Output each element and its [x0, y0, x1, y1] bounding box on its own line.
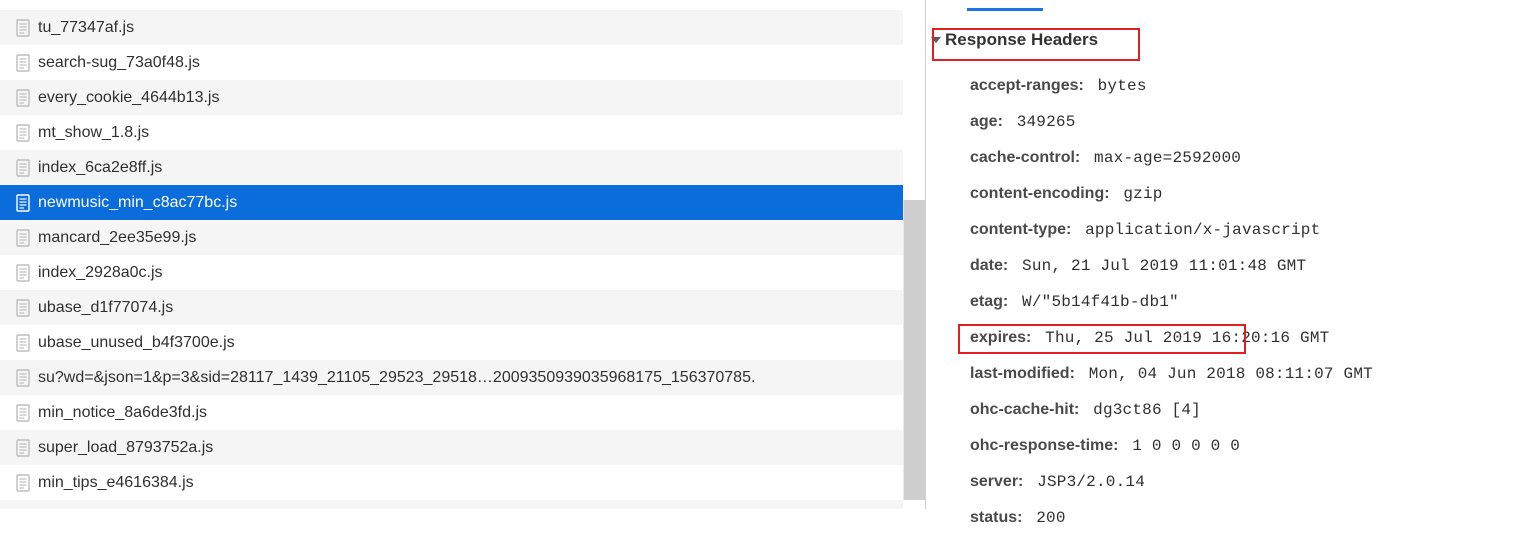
request-row[interactable]: index_6ca2e8ff.js: [0, 150, 903, 185]
request-name: index_2928a0c.js: [38, 264, 163, 282]
request-name: search-sug_73a0f48.js: [38, 54, 200, 72]
request-name: super_load_8793752a.js: [38, 439, 213, 457]
file-icon: [16, 474, 30, 492]
header-value: W/"5b14f41b-db1": [1012, 293, 1179, 311]
collapse-toggle-icon[interactable]: [931, 37, 941, 43]
header-row: last-modified: Mon, 04 Jun 2018 08:11:07…: [970, 356, 1531, 392]
header-row: server: JSP3/2.0.14: [970, 464, 1531, 500]
header-row: ohc-response-time: 1 0 0 0 0 0: [970, 428, 1531, 464]
header-key: status:: [970, 509, 1022, 526]
request-name: mt_show_1.8.js: [38, 124, 149, 142]
request-row[interactable]: min_notice_8a6de3fd.js: [0, 395, 903, 430]
request-row[interactable]: every_cookie_4644b13.js: [0, 80, 903, 115]
file-icon: [16, 19, 30, 37]
header-key: accept-ranges:: [970, 77, 1084, 94]
header-key: age:: [970, 113, 1003, 130]
header-key: cache-control:: [970, 149, 1080, 166]
header-key: etag:: [970, 293, 1008, 310]
header-value: bytes: [1088, 77, 1147, 95]
header-key-value-list: accept-ranges: bytesage: 349265cache-con…: [970, 68, 1531, 536]
header-key: content-encoding:: [970, 185, 1110, 202]
file-icon: [16, 89, 30, 107]
header-key: last-modified:: [970, 365, 1075, 382]
header-row: date: Sun, 21 Jul 2019 11:01:48 GMT: [970, 248, 1531, 284]
request-name: every_cookie_4644b13.js: [38, 89, 219, 107]
file-icon: [16, 264, 30, 282]
request-row[interactable]: newmusic_min_c8ac77bc.js: [0, 185, 903, 220]
request-row[interactable]: activity_start_52498d2c.js: [0, 500, 903, 509]
header-row: expires: Thu, 25 Jul 2019 16:20:16 GMT: [970, 320, 1531, 356]
header-row: age: 349265: [970, 104, 1531, 140]
scrollbar-vertical[interactable]: [903, 200, 925, 500]
file-icon: [16, 54, 30, 72]
network-request-list-pane: Name tu_77347af.js search-sug_73a0f48.js…: [0, 0, 926, 509]
file-icon: [16, 194, 30, 212]
header-key: server:: [970, 473, 1023, 490]
file-icon: [16, 369, 30, 387]
file-icon: [16, 439, 30, 457]
file-icon: [16, 334, 30, 352]
request-name: min_notice_8a6de3fd.js: [38, 404, 207, 422]
header-key: ohc-response-time:: [970, 437, 1118, 454]
header-value: 1 0 0 0 0 0: [1122, 437, 1240, 455]
header-value: JSP3/2.0.14: [1027, 473, 1145, 491]
file-icon: [16, 229, 30, 247]
header-row: cache-control: max-age=2592000: [970, 140, 1531, 176]
column-header-name[interactable]: Name: [0, 0, 925, 6]
request-detail-pane: ⋯ HeadersPreviewResponseTiming Response …: [926, 0, 1531, 509]
request-name: ubase_unused_b4f3700e.js: [38, 334, 235, 352]
header-key: ohc-cache-hit:: [970, 401, 1079, 418]
header-value: max-age=2592000: [1084, 149, 1241, 167]
request-name: tu_77347af.js: [38, 19, 134, 37]
header-row: content-type: application/x-javascript: [970, 212, 1531, 248]
file-icon: [16, 124, 30, 142]
header-row: status: 200: [970, 500, 1531, 536]
section-title: Response Headers: [945, 30, 1098, 50]
request-row[interactable]: min_tips_e4616384.js: [0, 465, 903, 500]
request-row[interactable]: tu_77347af.js: [0, 10, 903, 45]
request-name: su?wd=&json=1&p=3&sid=28117_1439_21105_2…: [38, 369, 755, 387]
request-name: newmusic_min_c8ac77bc.js: [38, 194, 237, 212]
headers-panel: Response Headers accept-ranges: bytesage…: [926, 0, 1531, 536]
header-key: expires:: [970, 329, 1031, 346]
request-row[interactable]: mt_show_1.8.js: [0, 115, 903, 150]
request-row[interactable]: ubase_unused_b4f3700e.js: [0, 325, 903, 360]
header-row: content-encoding: gzip: [970, 176, 1531, 212]
header-row: ohc-cache-hit: dg3ct86 [4]: [970, 392, 1531, 428]
header-row: etag: W/"5b14f41b-db1": [970, 284, 1531, 320]
header-value: Thu, 25 Jul 2019 16:20:16 GMT: [1035, 329, 1329, 347]
header-value: Mon, 04 Jun 2018 08:11:07 GMT: [1079, 365, 1373, 383]
section-response-headers[interactable]: Response Headers: [933, 30, 1531, 50]
request-row[interactable]: mancard_2ee35e99.js: [0, 220, 903, 255]
file-icon: [16, 404, 30, 422]
header-value: gzip: [1114, 185, 1163, 203]
request-name: index_6ca2e8ff.js: [38, 159, 162, 177]
request-name: min_tips_e4616384.js: [38, 474, 194, 492]
request-row[interactable]: su?wd=&json=1&p=3&sid=28117_1439_21105_2…: [0, 360, 903, 395]
file-icon: [16, 159, 30, 177]
request-row[interactable]: index_2928a0c.js: [0, 255, 903, 290]
header-row: accept-ranges: bytes: [970, 68, 1531, 104]
request-row[interactable]: ubase_d1f77074.js: [0, 290, 903, 325]
request-name: mancard_2ee35e99.js: [38, 229, 196, 247]
header-value: application/x-javascript: [1075, 221, 1320, 239]
file-icon: [16, 299, 30, 317]
header-value: 349265: [1007, 113, 1076, 131]
header-value: 200: [1026, 509, 1065, 527]
header-key: content-type:: [970, 221, 1071, 238]
header-key: date:: [970, 257, 1008, 274]
request-row[interactable]: super_load_8793752a.js: [0, 430, 903, 465]
request-list: tu_77347af.js search-sug_73a0f48.js ever…: [0, 10, 925, 509]
header-value: Sun, 21 Jul 2019 11:01:48 GMT: [1012, 257, 1306, 275]
request-row[interactable]: search-sug_73a0f48.js: [0, 45, 903, 80]
header-value: dg3ct86 [4]: [1083, 401, 1201, 419]
request-name: ubase_d1f77074.js: [38, 299, 173, 317]
